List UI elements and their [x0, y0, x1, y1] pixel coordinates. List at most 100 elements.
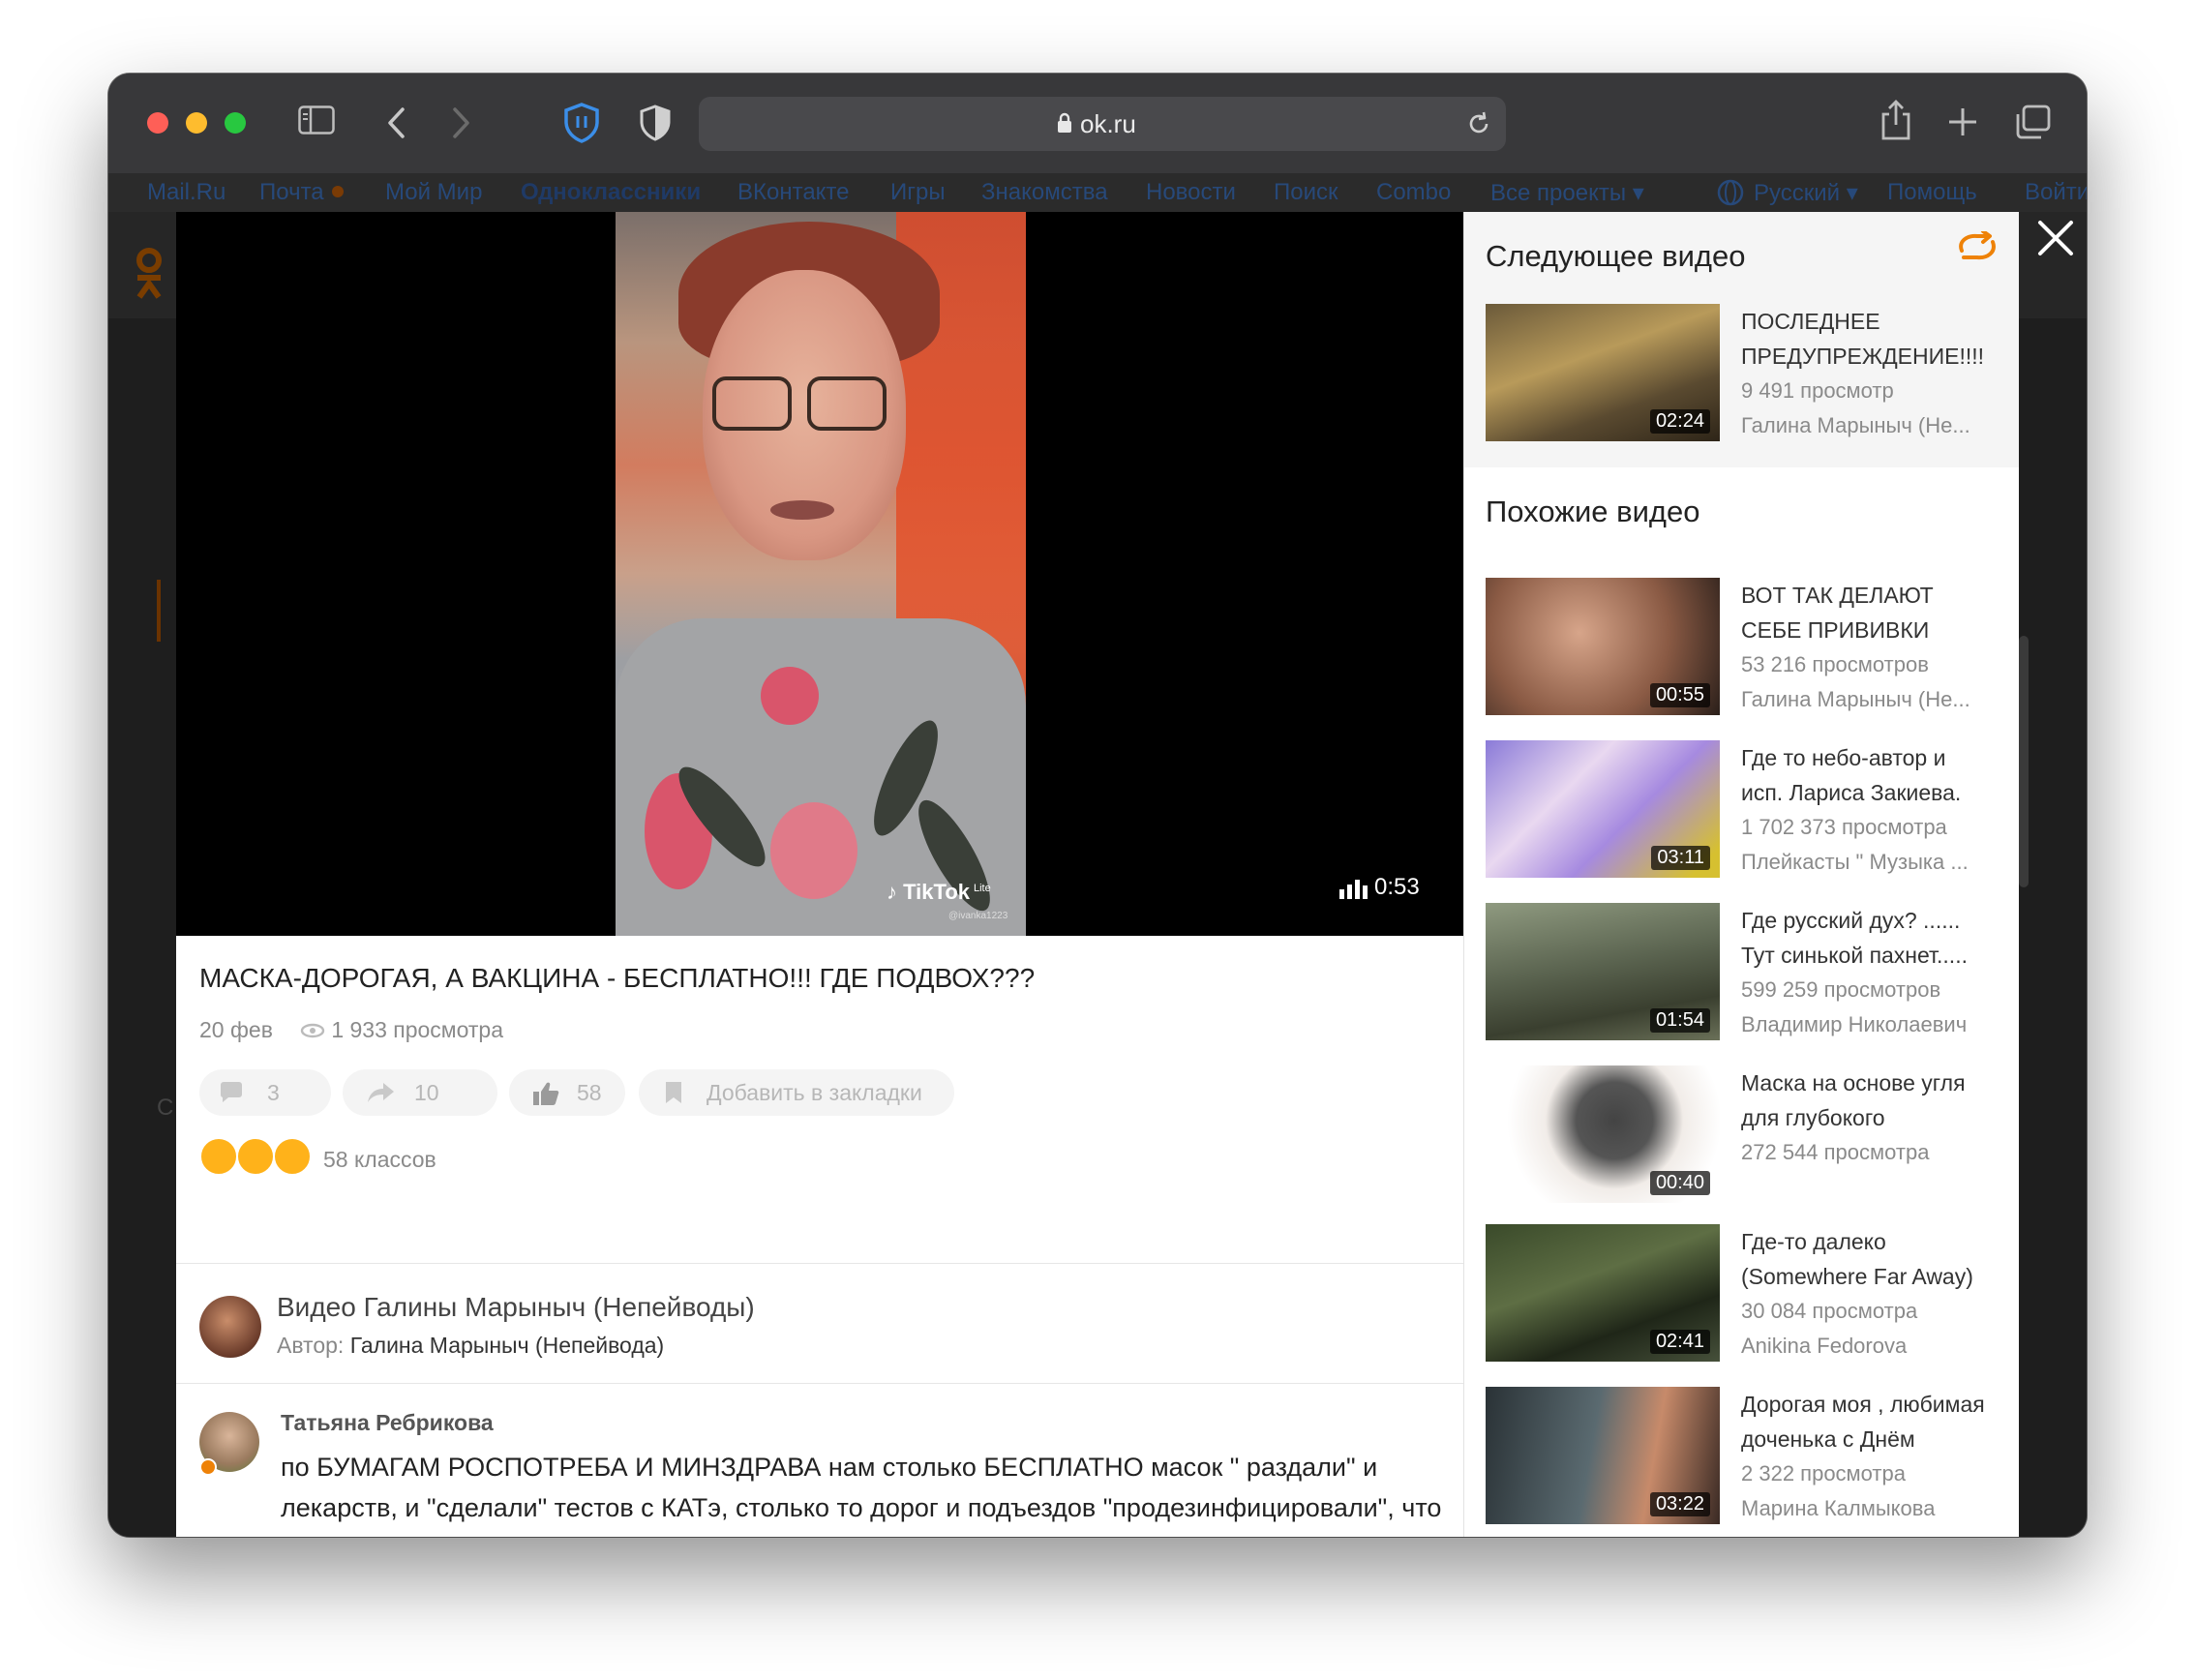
url-text: ok.ru: [1080, 109, 1136, 138]
backdrop-accent-bar: [157, 580, 161, 642]
close-modal-icon[interactable]: [2034, 217, 2077, 259]
classes-count[interactable]: 58 классов: [323, 1147, 436, 1173]
video-modal: ♪ TikTok Lite @ivanka1223 0:53 МАСКА-ДОРО…: [176, 212, 2019, 1537]
sidebar-icon[interactable]: [298, 105, 335, 135]
portal-nav: Mail.Ru Почта Мой Мир Одноклассники ВКон…: [108, 173, 2087, 212]
owner-avatar[interactable]: [199, 1296, 261, 1358]
portal-link[interactable]: ВКонтакте: [737, 179, 850, 206]
thumbnail-duration: 01:54: [1649, 1008, 1710, 1033]
portal-link-label: Почта: [259, 179, 324, 205]
video-scene: [712, 376, 792, 431]
card-title-line: исп. Лариса Закиева.: [1741, 780, 1962, 805]
card-title-line: Где-то далеко: [1741, 1229, 1886, 1254]
close-window-button[interactable]: [147, 112, 168, 134]
address-bar[interactable]: ok.ru: [699, 97, 1506, 151]
thumbnail-duration: 03:11: [1651, 846, 1710, 870]
video-thumbnail: 02:24: [1486, 304, 1720, 441]
reload-icon[interactable]: [1465, 110, 1492, 137]
portal-link[interactable]: Mail.Ru: [147, 179, 226, 206]
thumbnail-duration: 03:22: [1649, 1492, 1710, 1516]
thumbs-up-icon: [533, 1082, 559, 1106]
card-title-line: ПРЕДУПРЕЖДЕНИЕ!!!!: [1741, 344, 1985, 369]
browser-window: ok.ru Mail.Ru Почта Мой Мир Одноклассник…: [108, 74, 2087, 1537]
reactions-group[interactable]: [199, 1137, 316, 1180]
similar-video-card[interactable]: 03:11 Где то небо-автор и исп. Лариса За…: [1486, 740, 1999, 878]
new-tab-icon[interactable]: [1947, 106, 1978, 137]
share-icon[interactable]: [1879, 99, 1912, 141]
forward-icon[interactable]: [451, 106, 472, 139]
owner-author: Автор: Галина Марыныч (Непейвода): [277, 1333, 664, 1359]
card-title-line: Дорогая моя , любимая: [1741, 1392, 1985, 1417]
card-author[interactable]: Галина Марыныч (Не...: [1741, 682, 2002, 717]
portal-link[interactable]: Все проекты ▾: [1490, 179, 1644, 207]
back-icon[interactable]: [385, 106, 406, 139]
bookmark-button[interactable]: Добавить в закладки: [639, 1069, 954, 1116]
tabs-overview-icon[interactable]: [2015, 105, 2052, 139]
next-video-card[interactable]: 02:24 ПОСЛЕДНЕЕ ПРЕДУПРЕЖДЕНИЕ!!!! 9 491…: [1486, 304, 1999, 441]
tiktok-sub: Lite: [974, 882, 991, 894]
card-views: 53 216 просмотров: [1741, 652, 1929, 676]
video-duration: 0:53: [1374, 874, 1420, 900]
thumbnail-duration: 02:41: [1649, 1330, 1710, 1354]
card-title-line: Тут синькой пахнет.....: [1741, 943, 1968, 968]
laugh-reaction-icon: [273, 1137, 312, 1176]
video-meta: 20 фев 1 933 просмотра: [199, 1017, 503, 1043]
share-button[interactable]: 10: [343, 1069, 497, 1116]
similar-video-card[interactable]: 01:54 Где русский дух? ...... Тут синько…: [1486, 903, 1999, 1040]
tiktok-watermark: ♪ TikTok Lite: [887, 880, 991, 904]
author-link[interactable]: Галина Марыныч (Непейвода): [350, 1333, 665, 1358]
portal-link[interactable]: Одноклассники: [521, 179, 701, 206]
thumbnail-duration: 02:24: [1649, 409, 1710, 434]
comment-icon: [220, 1082, 242, 1102]
portal-link[interactable]: Игры: [890, 179, 946, 206]
help-link[interactable]: Помощь: [1887, 179, 1977, 206]
card-author[interactable]: Владимир Николаевич: [1741, 1007, 2002, 1042]
language-select[interactable]: Русский ▾: [1754, 179, 1858, 207]
card-title-line: Где русский дух? ......: [1741, 908, 1961, 933]
minimize-window-button[interactable]: [186, 112, 207, 134]
commenter-name[interactable]: Татьяна Ребрикова: [281, 1410, 494, 1436]
card-title-line: для глубокого: [1741, 1105, 1885, 1130]
card-title-line: Где то небо-автор и: [1741, 745, 1946, 770]
portal-link[interactable]: Combo: [1376, 179, 1451, 206]
card-author[interactable]: Плейкасты " Музыка ...: [1741, 845, 2002, 880]
comment-text: по БУМАГАМ РОСПОТРЕБА И МИНЗДРАВА нам ст…: [281, 1453, 1442, 1537]
portal-link[interactable]: Новости: [1146, 179, 1236, 206]
privacy-shield-icon[interactable]: [563, 103, 600, 143]
card-author[interactable]: Марина Калмыкова: [1741, 1491, 2002, 1526]
bookmark-label: Добавить в закладки: [707, 1080, 922, 1105]
card-author[interactable]: Anikina Fedorova: [1741, 1329, 2002, 1364]
card-title-line: доченька с Днём: [1741, 1426, 1915, 1452]
similar-video-card[interactable]: 00:40 Маска на основе угля для глубокого…: [1486, 1065, 1999, 1203]
browser-toolbar: ok.ru: [108, 74, 2087, 174]
portal-link[interactable]: Поиск: [1274, 179, 1338, 206]
similar-video-card[interactable]: 03:22 Дорогая моя , любимая доченька с Д…: [1486, 1387, 1999, 1524]
zoom-window-button[interactable]: [225, 112, 246, 134]
likes-count: 58: [577, 1080, 602, 1105]
portal-link[interactable]: Знакомства: [981, 179, 1108, 206]
login-link[interactable]: Войти: [2025, 179, 2087, 206]
like-button[interactable]: 58: [509, 1069, 625, 1116]
like-reaction-icon: [199, 1137, 238, 1176]
portal-link-mail[interactable]: Почта: [259, 179, 344, 206]
video-player[interactable]: ♪ TikTok Lite @ivanka1223 0:53: [176, 212, 1463, 936]
quality-bars-icon[interactable]: [1339, 880, 1368, 899]
card-title-line: ВОТ ТАК ДЕЛАЮТ: [1741, 583, 1934, 608]
video-thumbnail: 03:22: [1486, 1387, 1720, 1524]
similar-video-card[interactable]: 00:55 ВОТ ТАК ДЕЛАЮТ СЕБЕ ПРИВИВКИ 53 21…: [1486, 578, 1999, 715]
owner-channel-link[interactable]: Видео Галины Марыныч (Непейводы): [277, 1292, 755, 1323]
autoplay-loop-icon[interactable]: [1954, 231, 1999, 262]
card-author[interactable]: Галина Марыныч (Не...: [1741, 408, 2002, 443]
similar-video-card[interactable]: 02:41 Где-то далеко (Somewhere Far Away)…: [1486, 1224, 1999, 1362]
lock-icon: [1058, 112, 1071, 133]
contrast-shield-icon[interactable]: [639, 105, 672, 141]
eye-icon: [301, 1023, 325, 1038]
video-title: МАСКА-ДОРОГАЯ, А ВАКЦИНА - БЕСПЛАТНО!!! …: [199, 963, 1036, 993]
video-thumbnail: 01:54: [1486, 903, 1720, 1040]
portal-link[interactable]: Мой Мир: [385, 179, 482, 206]
backdrop-scrollbar[interactable]: [2019, 636, 2029, 887]
comments-button[interactable]: 3: [199, 1069, 331, 1116]
video-scene: [807, 376, 887, 431]
card-views: 599 259 просмотров: [1741, 977, 1941, 1002]
video-thumbnail: 00:40: [1486, 1065, 1720, 1203]
